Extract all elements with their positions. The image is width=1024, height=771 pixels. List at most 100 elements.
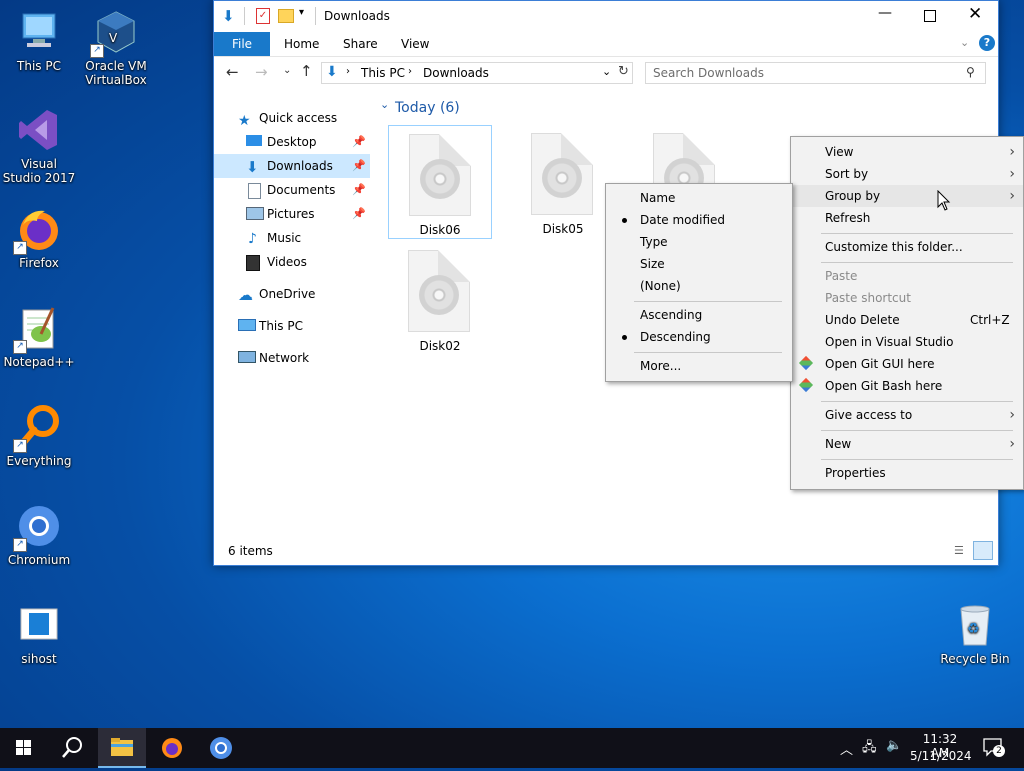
desktop-icon-firefox[interactable]: ↗ Firefox [1, 205, 77, 270]
nav-item-pictures[interactable]: Pictures 📌 [214, 202, 370, 226]
nav-item-downloads[interactable]: ⬇ Downloads 📌 [214, 154, 370, 178]
tab-share[interactable]: Share [343, 32, 378, 56]
nav-item-videos[interactable]: Videos [214, 250, 370, 274]
menu-item-properties[interactable]: Properties [791, 462, 1023, 484]
submenu-item-size[interactable]: Size [606, 253, 792, 275]
item-count: 6 items [228, 544, 273, 558]
menu-item-paste-shortcut[interactable]: Paste shortcut [791, 287, 1023, 309]
up-arrow-icon[interactable]: ↑ [300, 62, 313, 80]
collapse-group-icon[interactable]: ⌄ [380, 98, 389, 111]
help-icon[interactable]: ? [979, 35, 995, 51]
address-bar[interactable]: ⬇ › This PC › Downloads ⌄ ↻ [321, 62, 633, 84]
recycle-bin-icon: ♻ [951, 601, 999, 649]
title-bar: ⬇ ✓ ▾ Downloads — ✕ [214, 1, 998, 32]
notifications-button[interactable]: 2 [983, 737, 1005, 757]
customize-toolbar-icon[interactable]: ▾ [299, 7, 304, 18]
pin-icon[interactable]: 📌 [352, 130, 366, 154]
breadcrumb-separator-icon[interactable]: › [346, 66, 350, 77]
menu-separator [821, 233, 1013, 234]
computer-icon [238, 319, 256, 331]
desktop-icon-notepadpp[interactable]: ↗ Notepad++ [1, 304, 77, 369]
details-view-icon[interactable]: ☰ [954, 544, 970, 557]
pin-icon[interactable]: 📌 [352, 178, 366, 202]
file-item[interactable]: Disk05 [511, 125, 615, 239]
disc-image-file-icon [531, 133, 593, 215]
quick-access-down-icon[interactable]: ⬇ [222, 7, 235, 25]
back-arrow-icon[interactable]: ← [226, 63, 239, 81]
refresh-icon[interactable]: ↻ [618, 64, 629, 79]
svg-text:V: V [109, 31, 118, 45]
desktop-icon-sihost[interactable]: sihost [1, 601, 77, 666]
maximize-button[interactable] [924, 10, 936, 22]
nav-item-network[interactable]: Network [214, 346, 370, 370]
submenu-item-ascending[interactable]: Ascending [606, 304, 792, 326]
minimize-button[interactable]: — [878, 5, 892, 21]
close-button[interactable]: ✕ [968, 4, 982, 24]
menu-item-sort-by[interactable]: Sort by › [791, 163, 1023, 185]
menu-item-customize-folder[interactable]: Customize this folder... [791, 236, 1023, 258]
menu-item-new[interactable]: New › [791, 433, 1023, 455]
recent-locations-icon[interactable]: ⌄ [283, 65, 291, 76]
menu-item-view[interactable]: View › [791, 141, 1023, 163]
submenu-item-date-modified[interactable]: Date modified [606, 209, 792, 231]
breadcrumb-downloads[interactable]: Downloads [423, 66, 489, 80]
properties-icon[interactable]: ✓ [256, 8, 270, 24]
menu-item-group-by[interactable]: Group by › [791, 185, 1023, 207]
volume-muted-icon[interactable]: 🔈 [886, 738, 902, 753]
firefox-icon [162, 738, 182, 758]
menu-item-undo-delete[interactable]: Undo Delete Ctrl+Z [791, 309, 1023, 331]
desktop-icon-everything[interactable]: ↗ Everything [1, 403, 77, 468]
menu-separator [634, 352, 782, 353]
chromium-icon [210, 737, 232, 759]
breadcrumb-separator-icon[interactable]: › [408, 66, 412, 77]
desktop-icon-chromium[interactable]: ↗ Chromium [1, 502, 77, 567]
file-item[interactable]: Disk02 [388, 242, 492, 356]
submenu-item-descending[interactable]: Descending [606, 326, 792, 348]
large-icons-view-icon[interactable] [973, 541, 993, 560]
submenu-item-none[interactable]: (None) [606, 275, 792, 297]
network-status-icon[interactable]: 🖧 [862, 738, 877, 760]
menu-item-paste[interactable]: Paste [791, 265, 1023, 287]
desktop-icon-visual-studio[interactable]: Visual Studio 2017 [1, 106, 77, 185]
taskbar-chromium[interactable] [197, 728, 245, 768]
submenu-item-type[interactable]: Type [606, 231, 792, 253]
search-input[interactable]: Search Downloads ⚲ [645, 62, 986, 84]
start-button[interactable] [0, 728, 48, 768]
address-dropdown-icon[interactable]: ⌄ [602, 65, 611, 78]
menu-item-open-git-gui[interactable]: Open Git GUI here [791, 353, 1023, 375]
nav-item-documents[interactable]: Documents 📌 [214, 178, 370, 202]
desktop-icon-virtualbox[interactable]: V ↗ Oracle VM VirtualBox [78, 8, 154, 87]
pin-icon[interactable]: 📌 [352, 202, 366, 226]
group-header[interactable]: Today (6) [395, 100, 460, 116]
breadcrumb-this-pc[interactable]: This PC [361, 66, 405, 80]
search-button[interactable] [48, 728, 96, 768]
taskbar-firefox[interactable] [148, 728, 196, 768]
clock-date[interactable]: 5/11/2024 [910, 749, 972, 763]
forward-arrow-icon[interactable]: → [255, 63, 268, 81]
tab-view[interactable]: View [401, 32, 429, 56]
tab-file[interactable]: File [214, 32, 270, 56]
desktop-icon-this-pc[interactable]: This PC [1, 8, 77, 73]
nav-item-quick-access[interactable]: ★ Quick access [214, 106, 370, 130]
nav-item-music[interactable]: ♪ Music [214, 226, 370, 250]
notepadpp-icon: ↗ [13, 304, 63, 354]
pin-icon[interactable]: 📌 [352, 154, 366, 178]
desktop-icon-recycle-bin[interactable]: ♻ Recycle Bin [937, 601, 1013, 666]
new-folder-icon[interactable] [278, 9, 294, 23]
expand-ribbon-icon[interactable]: ⌄ [960, 36, 969, 49]
menu-item-give-access-to[interactable]: Give access to › [791, 404, 1023, 426]
tab-home[interactable]: Home [284, 32, 319, 56]
submenu-item-more[interactable]: More... [606, 355, 792, 377]
nav-item-desktop[interactable]: Desktop 📌 [214, 130, 370, 154]
search-icon: ⚲ [966, 65, 975, 79]
computer-icon [15, 8, 63, 56]
file-item[interactable]: Disk06 [388, 125, 492, 239]
menu-item-open-in-visual-studio[interactable]: Open in Visual Studio [791, 331, 1023, 353]
menu-item-open-git-bash[interactable]: Open Git Bash here [791, 375, 1023, 397]
menu-item-refresh[interactable]: Refresh [791, 207, 1023, 229]
nav-item-this-pc[interactable]: This PC [214, 314, 370, 338]
nav-item-onedrive[interactable]: ☁ OneDrive [214, 282, 370, 306]
submenu-item-name[interactable]: Name [606, 187, 792, 209]
taskbar-file-explorer[interactable] [98, 728, 146, 768]
show-hidden-icons-icon[interactable]: ︿ [840, 739, 853, 758]
